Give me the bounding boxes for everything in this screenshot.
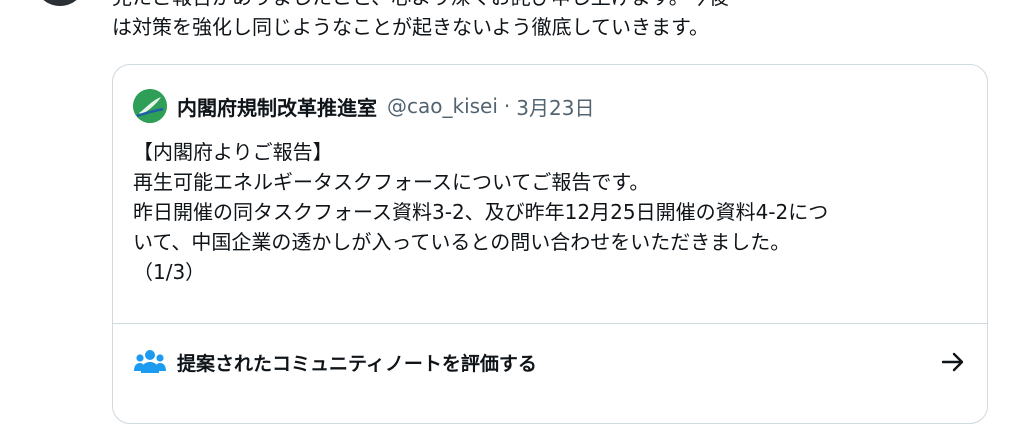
quoted-line: （1/3） xyxy=(133,260,206,284)
quoted-tweet-date[interactable]: 3月23日 xyxy=(516,92,594,121)
quoted-line: 【内閣府よりご報告】 xyxy=(133,140,333,164)
quoted-tweet-card[interactable]: 内閣府規制改革推進室 @cao_kisei · 3月23日 【内閣府よりご報告】… xyxy=(112,64,988,424)
quoted-author-name[interactable]: 内閣府規制改革推進室 xyxy=(177,92,377,121)
separator-dot: · xyxy=(503,94,511,118)
rate-community-note-label: 提案されたコミュニティノートを評価する xyxy=(177,352,537,375)
quoted-line: 昨日開催の同タスクフォース資料3-2、及び昨年12月25日開催の資料4-2につ xyxy=(133,200,829,224)
rate-community-note-button[interactable]: 提案されたコミュニティノートを評価する xyxy=(113,324,987,400)
quoted-line: いて、中国企業の透かしが入っているとの問い合わせをいただきました。 xyxy=(133,230,791,254)
people-icon xyxy=(133,348,167,376)
arrow-right-icon[interactable] xyxy=(939,348,967,376)
quoted-line: 再生可能エネルギータスクフォースについてご報告です。 xyxy=(133,170,650,194)
author-avatar[interactable] xyxy=(34,0,86,6)
quoted-author-avatar[interactable] xyxy=(133,89,167,123)
quoted-tweet-body: 【内閣府よりご報告】 再生可能エネルギータスクフォースについてご報告です。 昨日… xyxy=(133,137,973,287)
quoted-tweet-header: 内閣府規制改革推進室 @cao_kisei · 3月23日 xyxy=(133,89,594,123)
tweet-text: 見たご報告がありましたこと、心より深くお詫び申し上げます。今後 は対策を強化し同… xyxy=(112,0,729,39)
quoted-author-handle[interactable]: @cao_kisei xyxy=(387,94,498,118)
